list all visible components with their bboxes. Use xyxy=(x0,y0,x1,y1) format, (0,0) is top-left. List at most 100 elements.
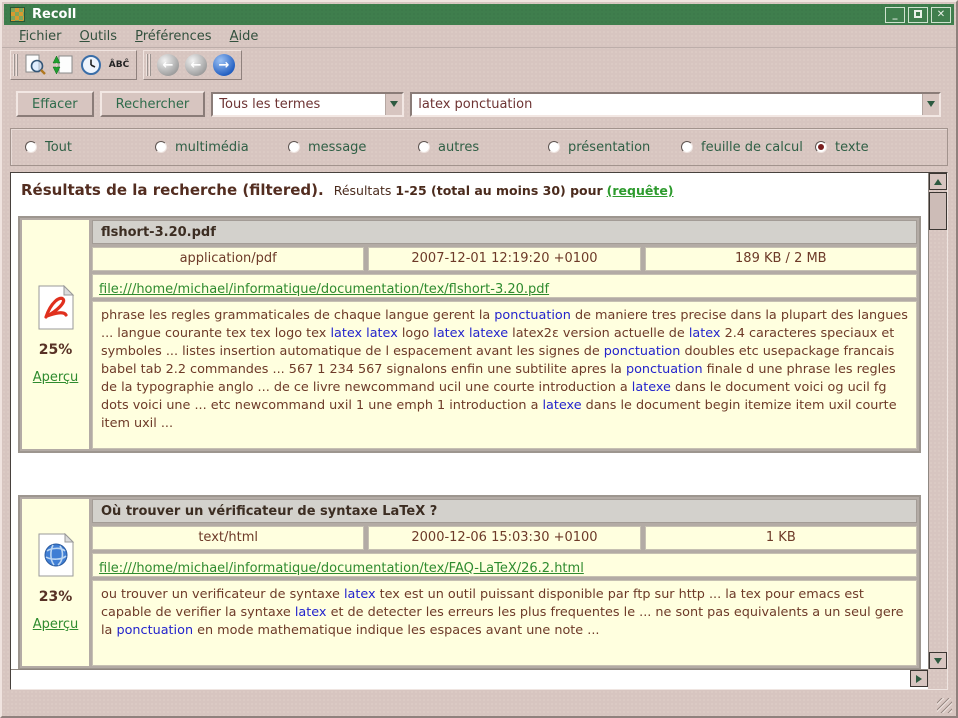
preview-link[interactable]: Aperçu xyxy=(33,617,79,632)
window-bottom-strip xyxy=(2,690,956,717)
query-link[interactable]: (requête) xyxy=(607,183,674,198)
radio-icon xyxy=(288,141,300,153)
date-modified: 2000-12-06 15:03:30 +0100 xyxy=(368,526,640,550)
toolbar-group-main: ÂBĈ xyxy=(10,50,137,80)
abc-icon: ÂBĈ xyxy=(109,60,129,70)
document-magnifier-icon xyxy=(24,54,46,76)
search-button[interactable]: Rechercher xyxy=(100,91,206,117)
result-snippet: ou trouver un verificateur de syntaxe la… xyxy=(92,580,917,666)
radio-icon xyxy=(548,141,560,153)
filter-feuille-de-calcul[interactable]: feuille de calcul xyxy=(681,140,815,155)
window-title: Recoll xyxy=(32,7,76,22)
clock-icon xyxy=(80,54,102,76)
recoll-window: Recoll _ ✕ Fichier Outils Préférences Ai… xyxy=(0,0,958,718)
filter-multimedia[interactable]: multimédia xyxy=(155,140,288,155)
scroll-right-button[interactable] xyxy=(910,670,928,687)
sort-by-date-button[interactable] xyxy=(50,52,76,78)
combo-dropdown-button[interactable] xyxy=(385,94,402,115)
file-size: 1 KB xyxy=(645,526,917,550)
result-1-side: 25% Aperçu xyxy=(22,220,89,449)
file-url-link[interactable]: file:///home/michael/informatique/docume… xyxy=(99,561,584,576)
mime-type: text/html xyxy=(92,526,364,550)
horizontal-scrollbar[interactable] xyxy=(11,669,928,689)
filter-message[interactable]: message xyxy=(288,140,418,155)
history-button[interactable] xyxy=(78,52,104,78)
menu-fichier[interactable]: Fichier xyxy=(10,26,71,47)
arrow-up-icon xyxy=(934,179,942,185)
pdf-file-icon xyxy=(36,285,76,330)
minimize-button[interactable]: _ xyxy=(885,7,905,23)
search-query-combobox[interactable]: latex ponctuation xyxy=(410,92,941,117)
category-filter-frame: Tout multimédia message autres présentat… xyxy=(10,128,948,166)
filter-autres[interactable]: autres xyxy=(418,140,548,155)
filter-texte[interactable]: texte xyxy=(815,140,869,155)
search-query-input[interactable]: latex ponctuation xyxy=(412,94,922,115)
first-page-button[interactable]: ← xyxy=(155,52,181,78)
date-modified: 2007-12-01 12:19:20 +0100 xyxy=(368,247,640,271)
arrow-right-icon: → xyxy=(213,54,235,76)
toolbar: ÂBĈ ← ← → xyxy=(2,48,956,82)
radio-icon xyxy=(25,141,37,153)
close-button[interactable]: ✕ xyxy=(931,7,951,23)
result-row-2: 23% Aperçu Où trouver un vérificateur de… xyxy=(18,495,921,669)
recoll-app-icon xyxy=(10,7,25,22)
toolbar-handle[interactable] xyxy=(13,54,18,76)
radio-icon xyxy=(681,141,693,153)
file-url-link[interactable]: file:///home/michael/informatique/docume… xyxy=(99,282,549,297)
result-snippet: phrase les regles grammaticales de chaqu… xyxy=(92,301,917,449)
result-title: flshort-3.20.pdf xyxy=(92,220,917,244)
combo-dropdown-button[interactable] xyxy=(922,94,939,115)
preview-link[interactable]: Aperçu xyxy=(33,370,79,385)
chevron-down-icon xyxy=(927,101,935,107)
html-file-icon xyxy=(37,533,75,577)
result-url-row: file:///home/michael/informatique/docume… xyxy=(92,553,917,577)
vertical-scrollbar-thumb[interactable] xyxy=(929,192,947,230)
toolbar-group-nav: ← ← → xyxy=(143,50,242,80)
filter-presentation[interactable]: présentation xyxy=(548,140,681,155)
toolbar-handle[interactable] xyxy=(146,54,151,76)
chevron-down-icon xyxy=(390,101,398,107)
radio-icon xyxy=(155,141,167,153)
radio-icon xyxy=(815,141,827,153)
result-row-1: 25% Aperçu flshort-3.20.pdf application/… xyxy=(18,216,921,453)
term-explorer-button[interactable]: ÂBĈ xyxy=(106,52,132,78)
file-size: 189 KB / 2 MB xyxy=(645,247,917,271)
results-title: Résultats de la recherche (filtered). xyxy=(21,181,324,199)
radio-icon xyxy=(418,141,430,153)
result-url-row: file:///home/michael/informatique/docume… xyxy=(92,274,917,298)
arrow-right-icon xyxy=(916,675,922,683)
clear-button[interactable]: Effacer xyxy=(16,91,94,117)
scroll-down-button[interactable] xyxy=(929,652,947,669)
document-preview-button[interactable] xyxy=(22,52,48,78)
arrow-left-icon: ← xyxy=(157,54,179,76)
arrow-down-icon xyxy=(934,658,942,664)
search-row: Effacer Rechercher Tous les termes latex… xyxy=(16,90,941,118)
menu-aide[interactable]: Aide xyxy=(221,26,268,47)
search-mode-combobox[interactable]: Tous les termes xyxy=(211,92,404,117)
previous-page-button[interactable]: ← xyxy=(183,52,209,78)
next-page-button[interactable]: → xyxy=(211,52,237,78)
maximize-button[interactable] xyxy=(908,7,928,23)
result-title: Où trouver un vérificateur de syntaxe La… xyxy=(92,499,917,523)
result-meta-row: application/pdf 2007-12-01 12:19:20 +010… xyxy=(92,247,917,271)
menu-bar: Fichier Outils Préférences Aide xyxy=(2,25,956,48)
mime-type: application/pdf xyxy=(92,247,364,271)
resize-grip[interactable] xyxy=(937,698,952,713)
menu-outils[interactable]: Outils xyxy=(71,26,127,47)
scrollbar-corner xyxy=(928,669,947,689)
results-panel: Résultats de la recherche (filtered).Rés… xyxy=(10,172,948,690)
filter-tout[interactable]: Tout xyxy=(25,140,155,155)
relevance-percent: 25% xyxy=(39,342,73,358)
search-mode-value: Tous les termes xyxy=(213,94,385,115)
arrow-left-icon: ← xyxy=(185,54,207,76)
vertical-scrollbar[interactable] xyxy=(928,173,947,669)
result-meta-row: text/html 2000-12-06 15:03:30 +0100 1 KB xyxy=(92,526,917,550)
results-list: Résultats de la recherche (filtered).Rés… xyxy=(11,173,928,669)
maximize-icon xyxy=(914,10,922,18)
menu-preferences[interactable]: Préférences xyxy=(126,26,220,47)
window-titlebar[interactable]: Recoll _ ✕ xyxy=(4,4,954,25)
relevance-percent: 23% xyxy=(39,589,73,605)
result-2-side: 23% Aperçu xyxy=(22,499,89,666)
results-header: Résultats de la recherche (filtered).Rés… xyxy=(11,173,928,203)
scroll-up-button[interactable] xyxy=(929,173,947,190)
